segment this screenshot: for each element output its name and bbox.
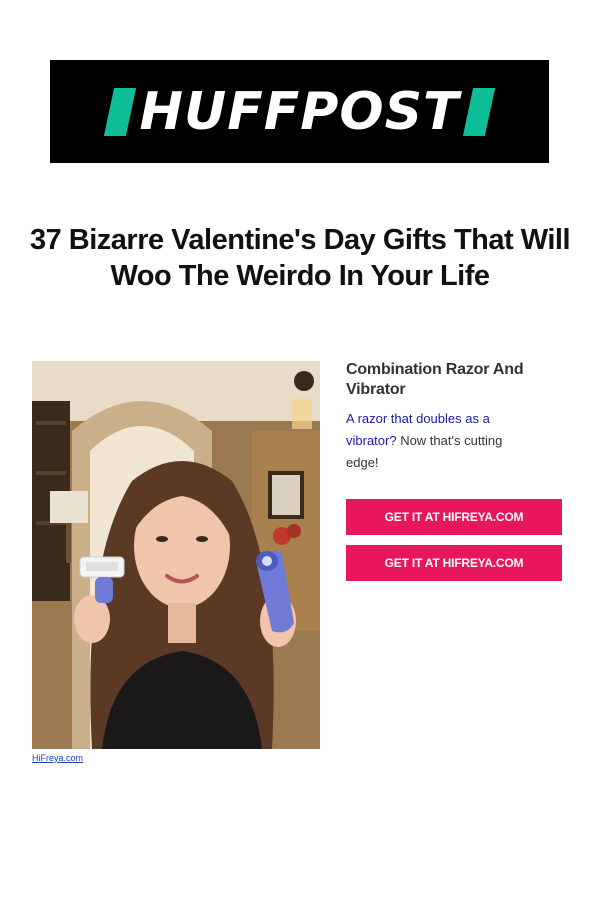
logo-wordmark: HUFFPOST	[139, 81, 460, 142]
product-title-line-2: Vibrator	[346, 381, 406, 398]
headline-line-1: 37 Bizarre Valentine's Day Gifts That Wi…	[29, 224, 571, 256]
product-photo[interactable]	[32, 361, 320, 749]
image-credit-link[interactable]: HiFreya.com	[32, 753, 83, 763]
article-headline: 37 Bizarre Valentine's Day Gifts That Wi…	[0, 222, 600, 294]
article-page: HUFFPOST 37 Bizarre Valentine's Day Gift…	[0, 0, 600, 900]
headline-line-2: Woo The Weirdo In Your Life	[110, 260, 490, 292]
buy-button-primary[interactable]: GET IT AT HIFREYA.COM	[346, 499, 562, 535]
logo-right-bar	[462, 87, 495, 136]
huffpost-logo[interactable]: HUFFPOST	[50, 60, 549, 163]
product-photo-illustration	[32, 361, 320, 749]
buy-button-secondary[interactable]: GET IT AT HIFREYA.COM	[346, 545, 562, 581]
logo-left-bar	[104, 87, 137, 136]
product-title-line-1: Combination Razor And	[346, 361, 524, 378]
product-title: Combination Razor And Vibrator	[346, 360, 546, 400]
product-description: A razor that doubles as a vibrator? Now …	[346, 408, 536, 474]
